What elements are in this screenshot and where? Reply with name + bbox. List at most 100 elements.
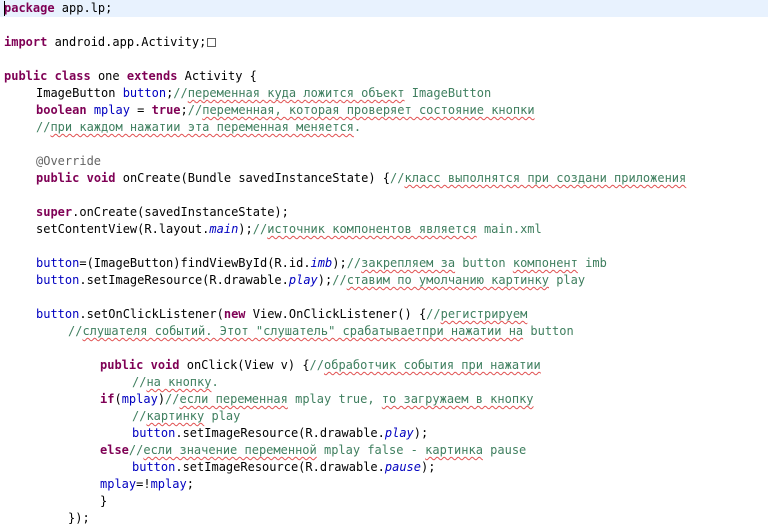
code-line[interactable]: //слушателя событий. Этот "слушатель" ср… — [0, 323, 768, 340]
code-token: button — [36, 307, 80, 321]
code-token: переменная куда ложится объект — [187, 86, 405, 100]
code-token: button — [523, 324, 574, 338]
code-token: регистрируем — [440, 307, 528, 321]
code-line[interactable]: }); — [0, 510, 768, 527]
code-token: слушателя событий. Этот "слушатель" сраб… — [82, 324, 524, 338]
code-line[interactable]: boolean mplay = true;//переменная, котор… — [0, 102, 768, 119]
code-token: на кнопку — [146, 375, 212, 389]
code-token: button — [36, 256, 80, 270]
code-token: setContentView(R.layout. — [36, 222, 210, 236]
code-line[interactable]: //на кнопку. — [0, 374, 768, 391]
code-token: ( — [114, 392, 122, 406]
code-line[interactable]: button.setImageResource(R.drawable.play)… — [0, 272, 768, 289]
code-token: mplay — [150, 477, 187, 491]
code-line[interactable]: @Override — [0, 153, 768, 170]
code-line[interactable] — [0, 238, 768, 255]
code-line[interactable]: import android.app.Activity; — [0, 34, 768, 51]
fold-box-icon[interactable] — [207, 38, 217, 47]
code-token: import — [4, 35, 48, 49]
code-line[interactable]: mplay=!mplay; — [0, 476, 768, 493]
code-token: // — [165, 392, 180, 406]
code-token: класс выполнятся при создани приложения — [404, 171, 687, 185]
code-token: // — [173, 86, 188, 100]
code-line[interactable] — [0, 340, 768, 357]
code-token: play — [288, 273, 318, 287]
code-line[interactable] — [0, 17, 768, 34]
code-line[interactable]: ImageButton button;//переменная куда лож… — [0, 85, 768, 102]
code-line[interactable] — [0, 51, 768, 68]
code-token: ); — [317, 273, 333, 287]
code-line[interactable]: setContentView(R.layout.main);//источник… — [0, 221, 768, 238]
code-line[interactable]: package app.lp; — [0, 0, 768, 17]
code-line[interactable]: button.setOnClickListener(new View.OnCli… — [0, 306, 768, 323]
code-line[interactable] — [0, 289, 768, 306]
code-token: Activity { — [177, 69, 257, 83]
code-token: // — [346, 256, 362, 270]
code-token: . — [353, 120, 362, 134]
code-token: // — [132, 375, 147, 389]
code-token: one — [90, 69, 127, 83]
code-editor[interactable]: package app.lp; import android.app.Activi… — [0, 0, 768, 532]
code-token: button — [455, 256, 513, 270]
code-token: // — [309, 358, 324, 372]
code-token: true — [151, 103, 181, 117]
code-line[interactable]: else//если значение переменной mplay fal… — [0, 442, 768, 459]
code-token: imb — [310, 256, 333, 270]
code-token: .setImageResource(R.drawable. — [175, 460, 385, 474]
code-token: картинка — [425, 443, 483, 457]
code-token: // — [68, 324, 83, 338]
code-line[interactable]: button.setImageResource(R.drawable.pause… — [0, 459, 768, 476]
code-token: при каждом нажатии эта переменная меняет… — [50, 120, 354, 134]
code-line[interactable]: button.setImageResource(R.drawable.play)… — [0, 425, 768, 442]
code-token: play — [384, 426, 414, 440]
code-token: обработчик события при нажатии — [324, 358, 541, 372]
code-token: источник компонентов является — [267, 222, 477, 236]
code-token: @Override — [36, 154, 102, 168]
code-token: // — [252, 222, 268, 236]
code-token: mplay true, — [287, 392, 382, 406]
code-line[interactable] — [0, 136, 768, 153]
code-token: play — [548, 273, 586, 287]
code-line[interactable]: super.onCreate(savedInstanceState); — [0, 204, 768, 221]
code-token: ImageButton — [404, 86, 492, 100]
code-line[interactable]: } — [0, 493, 768, 510]
code-token: mplay false - — [316, 443, 426, 457]
code-token: ); — [421, 460, 436, 474]
code-line[interactable]: public void onCreate(Bundle savedInstanc… — [0, 170, 768, 187]
code-token: button — [132, 460, 176, 474]
code-token: } — [100, 494, 108, 508]
code-token: =! — [136, 477, 151, 491]
code-token: закрепляем за — [361, 256, 456, 270]
code-token: .setOnClickListener( — [79, 307, 224, 321]
code-token: ImageButton — [36, 86, 123, 100]
code-line[interactable]: button=(ImageButton)findViewById(R.id.im… — [0, 255, 768, 272]
code-token: public — [36, 171, 80, 185]
code-line[interactable]: //при каждом нажатии эта переменная меня… — [0, 119, 768, 136]
code-token: ); — [413, 426, 429, 440]
code-line[interactable]: //картинку play — [0, 408, 768, 425]
code-token: . — [211, 375, 219, 389]
code-token: play — [204, 409, 241, 423]
code-token: // — [187, 103, 203, 117]
code-token: если переменная — [179, 392, 288, 406]
code-token: =(ImageButton)findViewById(R.id. — [79, 256, 311, 270]
code-line[interactable]: public void onClick(View v) {//обработчи… — [0, 357, 768, 374]
code-token: // — [132, 409, 147, 423]
code-token: mplay — [121, 392, 158, 406]
code-token: app.lp; — [54, 1, 113, 15]
code-line[interactable] — [0, 187, 768, 204]
code-token: public — [4, 69, 48, 83]
code-line[interactable]: public class one extends Activity { — [0, 68, 768, 85]
code-line[interactable]: if(mplay)//если переменная mplay true, т… — [0, 391, 768, 408]
code-token: .setImageResource(R.drawable. — [79, 273, 289, 287]
code-token: переменная, которая проверяет состояние … — [202, 103, 535, 117]
code-token: компонент — [512, 256, 578, 270]
code-token: button — [36, 273, 80, 287]
code-token: mplay — [93, 103, 130, 117]
code-token: ; — [186, 477, 194, 491]
code-token: .setImageResource(R.drawable. — [175, 426, 385, 440]
code-token: if — [100, 392, 115, 406]
